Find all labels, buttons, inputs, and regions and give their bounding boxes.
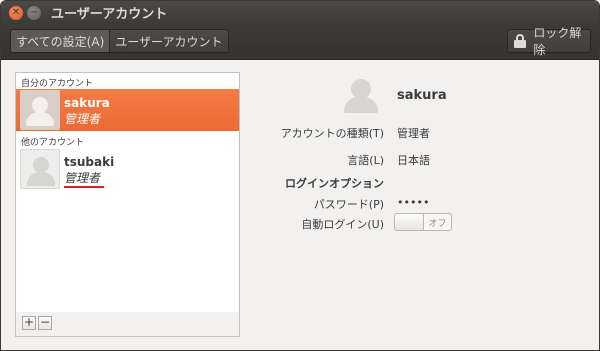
add-account-button[interactable]: + [22,316,36,330]
close-icon[interactable]: ✕ [9,5,23,20]
user-avatar-icon[interactable] [343,78,379,114]
window-title: ユーザーアカウント [51,7,168,22]
minimize-icon[interactable]: − [27,5,41,20]
account-type-label: アカウントの種類(T) [280,127,384,140]
detail-user-name[interactable]: sakura [397,88,447,103]
autologin-toggle[interactable]: オフ [394,213,452,231]
unlock-button[interactable]: ロック解除 [507,26,591,57]
main-content: 自分のアカウント sakura 管理者 他のアカウント tsubaki 管理者 … [1,60,599,350]
remove-account-button[interactable]: − [38,316,52,330]
breadcrumb-all-settings[interactable]: すべての設定(A) [11,30,111,52]
user-accounts-window: ✕ − ユーザーアカウント すべての設定(A) ユーザーアカウント ロック解除 … [0,0,600,351]
account-list-toolbar: + − [15,312,240,337]
unlock-button-label: ロック解除 [533,26,582,57]
breadcrumb: すべての設定(A) ユーザーアカウント [10,29,229,53]
language-label: 言語(L) [347,154,384,167]
toggle-state-label: オフ [428,218,447,229]
password-value[interactable]: ••••• [397,196,429,209]
language-value[interactable]: 日本語 [397,152,430,168]
autologin-label: 自動ログイン(U) [301,218,384,231]
account-role: 管理者 [64,171,101,185]
login-options-heading: ログインオプション [285,177,384,190]
password-label: パスワード(P) [313,198,384,211]
lock-icon [514,34,526,48]
other-account-section-label: 他のアカウント [21,138,85,148]
toolbar: すべての設定(A) ユーザーアカウント ロック解除 [1,24,599,60]
user-avatar-icon [20,90,60,130]
title-bar: ✕ − ユーザーアカウント [1,1,599,24]
account-row-sakura[interactable]: sakura 管理者 [16,89,239,131]
toggle-knob[interactable] [395,214,424,230]
account-row-tsubaki[interactable]: tsubaki 管理者 [16,148,239,190]
user-avatar-icon [20,149,60,189]
annotation-underline [64,186,104,188]
account-list: 自分のアカウント sakura 管理者 他のアカウント tsubaki 管理者 [15,72,240,313]
my-account-section-label: 自分のアカウント [21,79,94,89]
account-name: tsubaki [64,155,115,169]
account-name: sakura [64,96,110,110]
account-role: 管理者 [64,112,101,126]
breadcrumb-user-accounts[interactable]: ユーザーアカウント [110,30,228,52]
account-type-value[interactable]: 管理者 [397,125,430,141]
